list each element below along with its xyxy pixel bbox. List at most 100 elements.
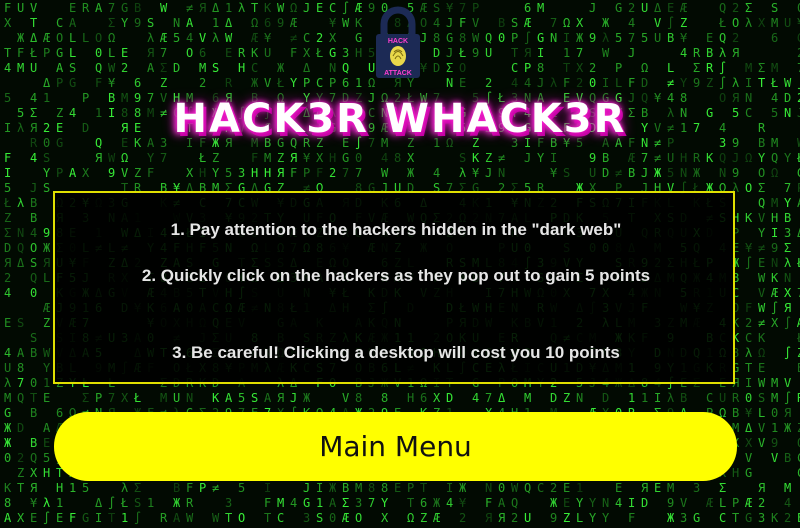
matrix-glyph: G <box>446 31 453 45</box>
matrix-glyph: O <box>459 61 466 75</box>
matrix-glyph: C <box>537 481 544 495</box>
matrix-glyph: W <box>186 511 194 525</box>
matrix-glyph: Δ <box>17 256 25 270</box>
matrix-glyph: P <box>303 76 310 90</box>
matrix-glyph: Z <box>485 151 492 165</box>
matrix-glyph: 0 <box>4 451 11 465</box>
matrix-glyph: Δ <box>30 31 38 45</box>
matrix-glyph: C <box>56 16 63 30</box>
matrix-glyph: O <box>56 31 63 45</box>
matrix-glyph: 9 <box>771 436 778 450</box>
matrix-glyph: H <box>771 211 778 225</box>
matrix-glyph: H <box>238 61 245 75</box>
matrix-glyph: 0 <box>745 391 752 405</box>
matrix-glyph: Ω <box>758 346 765 360</box>
matrix-glyph: Æ <box>160 31 167 45</box>
matrix-glyph: Ω <box>121 151 128 165</box>
matrix-glyph: Я <box>199 1 206 15</box>
matrix-glyph: G <box>56 46 63 60</box>
matrix-glyph: Σ <box>82 391 89 405</box>
matrix-glyph: V <box>745 451 752 465</box>
matrix-glyph: G <box>329 46 336 60</box>
matrix-glyph: K <box>745 211 753 225</box>
matrix-glyph: D <box>641 76 648 90</box>
matrix-glyph: N <box>719 166 726 180</box>
matrix-glyph: 4 <box>290 496 297 510</box>
matrix-glyph: V <box>758 436 765 450</box>
matrix-glyph: P <box>472 1 479 15</box>
matrix-glyph: Ж <box>173 496 181 510</box>
matrix-glyph: A <box>4 511 12 525</box>
logo-text-attack: ATTACK <box>384 70 412 77</box>
matrix-glyph: M <box>524 391 531 405</box>
matrix-glyph: X <box>576 16 584 30</box>
matrix-glyph: Ω <box>290 1 297 15</box>
matrix-glyph: Æ <box>290 16 297 30</box>
matrix-glyph: V <box>121 166 128 180</box>
matrix-glyph: 1 <box>771 421 778 435</box>
matrix-glyph: Y <box>589 511 597 525</box>
matrix-glyph: 9 <box>472 46 479 60</box>
matrix-glyph: 7 <box>641 151 648 165</box>
matrix-glyph: U <box>4 361 11 375</box>
matrix-glyph: R <box>160 511 168 525</box>
matrix-glyph: F <box>95 76 102 90</box>
matrix-glyph: L <box>69 31 76 45</box>
matrix-glyph: Q <box>95 61 102 75</box>
matrix-glyph: U <box>654 31 661 45</box>
matrix-glyph: Z <box>706 76 713 90</box>
matrix-glyph: 7 <box>368 496 375 510</box>
matrix-glyph: J <box>589 1 596 15</box>
matrix-glyph: 1 <box>576 481 583 495</box>
matrix-glyph: Ω <box>563 16 570 30</box>
matrix-glyph: 4 <box>4 286 11 300</box>
matrix-glyph: Y <box>381 496 389 510</box>
matrix-glyph: 4 <box>446 496 453 510</box>
matrix-glyph: 0 <box>771 406 778 420</box>
matrix-glyph: E <box>43 391 50 405</box>
matrix-glyph: D <box>433 46 440 60</box>
matrix-glyph: E <box>706 31 713 45</box>
game-title: HACK3R WHACK3R <box>173 96 627 142</box>
matrix-glyph: Ж <box>329 481 337 495</box>
matrix-glyph: I <box>771 226 778 240</box>
matrix-glyph: 9 <box>43 226 50 240</box>
matrix-glyph: 6 <box>342 76 349 90</box>
matrix-glyph: R <box>238 46 246 60</box>
matrix-glyph: S <box>212 61 219 75</box>
matrix-glyph: 4 <box>30 151 37 165</box>
matrix-glyph: B <box>680 391 687 405</box>
matrix-glyph: Q <box>342 61 349 75</box>
matrix-glyph: 7 <box>459 1 466 15</box>
matrix-glyph: M <box>17 61 24 75</box>
matrix-glyph: 8 <box>355 391 362 405</box>
matrix-glyph: O <box>732 16 739 30</box>
matrix-glyph: A <box>147 61 155 75</box>
matrix-glyph: X <box>17 511 25 525</box>
matrix-glyph: F <box>290 46 297 60</box>
matrix-glyph: L <box>615 76 622 90</box>
matrix-glyph: Q <box>485 31 492 45</box>
matrix-glyph: Æ <box>342 511 349 525</box>
matrix-glyph: M <box>745 61 752 75</box>
matrix-glyph: E <box>316 1 323 15</box>
matrix-glyph: 0 <box>30 286 37 300</box>
matrix-glyph: C <box>719 511 726 525</box>
matrix-glyph: G <box>303 496 310 510</box>
matrix-glyph: 2 <box>485 76 492 90</box>
matrix-glyph: W <box>277 1 285 15</box>
matrix-glyph: ∫ <box>342 1 349 15</box>
matrix-glyph: Æ <box>433 511 440 525</box>
matrix-glyph: Z <box>134 166 141 180</box>
matrix-glyph: X <box>329 31 337 45</box>
matrix-glyph: Ł <box>133 391 141 405</box>
matrix-glyph: W <box>758 376 766 390</box>
matrix-glyph: 2 <box>511 511 518 525</box>
matrix-glyph: U <box>264 46 271 60</box>
matrix-glyph: Y <box>290 76 298 90</box>
matrix-glyph: ≠ <box>654 151 661 165</box>
matrix-glyph: X <box>381 511 389 525</box>
matrix-glyph: X <box>758 16 766 30</box>
main-menu-button[interactable]: Main Menu <box>54 412 737 481</box>
matrix-glyph: 1 <box>628 391 635 405</box>
